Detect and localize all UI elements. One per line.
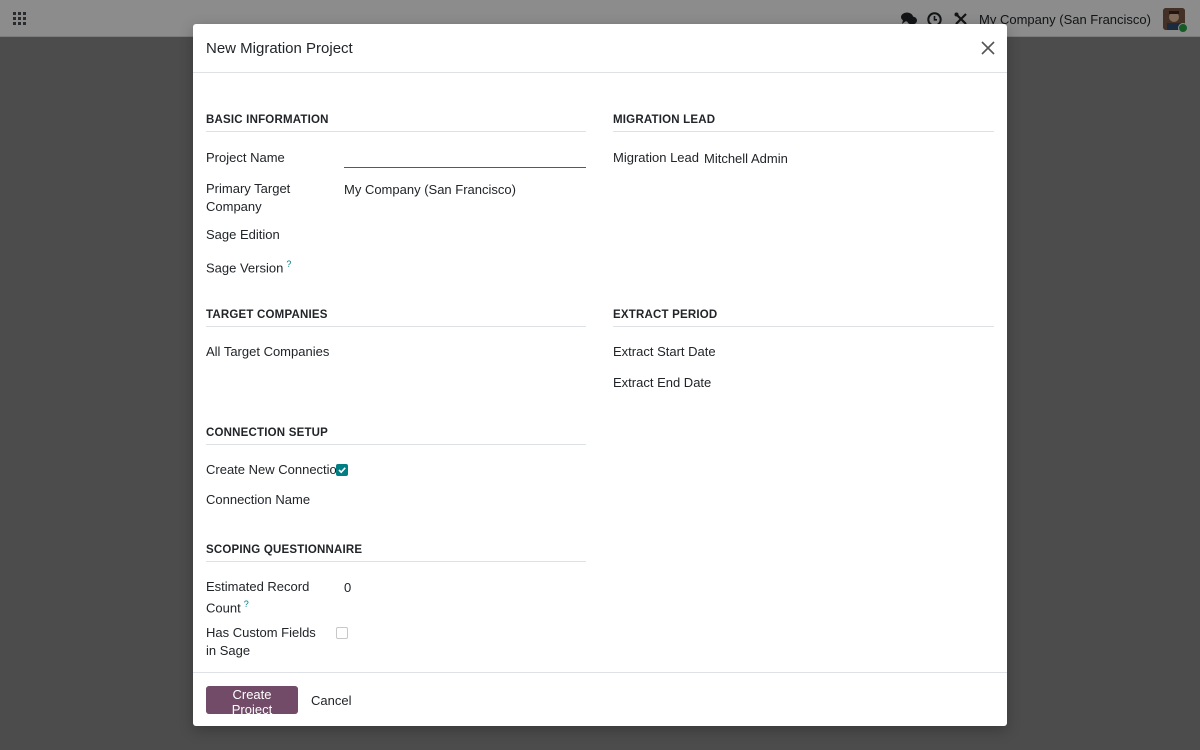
checkmark-icon [338, 467, 346, 474]
help-tooltip-icon[interactable]: ? [286, 259, 291, 269]
create-new-connection-checkbox[interactable] [336, 464, 348, 476]
connection-name-label: Connection Name [206, 492, 311, 507]
dialog-header: New Migration Project [193, 24, 1007, 73]
section-title-scoping-questionnaire: SCOPING QUESTIONNAIRE [206, 544, 586, 562]
close-icon[interactable] [980, 40, 996, 56]
new-migration-project-dialog: New Migration Project BASIC INFORMATION … [193, 24, 1007, 726]
section-title-extract-period: EXTRACT PERIOD [613, 309, 994, 327]
project-name-input[interactable] [344, 149, 586, 168]
sage-version-label-text: Sage Version [206, 260, 284, 276]
migration-lead-field[interactable]: Mitchell Admin [704, 151, 788, 166]
estimated-record-count-label: Estimated Record Count? [206, 578, 316, 616]
create-project-button[interactable]: Create Project [206, 686, 298, 717]
extract-end-date-label: Extract End Date [613, 375, 712, 390]
create-new-connection-label: Create New Connection [206, 462, 345, 477]
primary-target-company-field[interactable]: My Company (San Francisco) [344, 182, 516, 197]
section-title-migration-lead: MIGRATION LEAD [613, 114, 994, 132]
all-target-companies-label: All Target Companies [206, 344, 330, 359]
primary-target-company-label: Primary Target Company [206, 181, 291, 214]
section-title-connection-setup: CONNECTION SETUP [206, 427, 586, 445]
dialog-footer: Create Project Cancel [193, 672, 1007, 727]
migration-lead-label: Migration Lead [613, 150, 699, 165]
section-title-target-companies: TARGET COMPANIES [206, 309, 586, 327]
estimated-record-count-field[interactable]: 0 [344, 580, 351, 595]
estimated-record-count-label-text: Estimated Record Count [206, 579, 310, 615]
sage-edition-label: Sage Edition [206, 227, 280, 242]
project-name-label: Project Name [206, 150, 285, 165]
help-tooltip-icon[interactable]: ? [244, 599, 249, 609]
dialog-body: BASIC INFORMATION Project Name Primary T… [193, 73, 1007, 671]
section-title-basic-information: BASIC INFORMATION [206, 114, 586, 132]
has-custom-fields-checkbox[interactable] [336, 627, 348, 639]
has-custom-fields-label: Has Custom Fields in Sage [206, 625, 316, 658]
sage-version-label: Sage Version? [206, 256, 291, 277]
cancel-button[interactable]: Cancel [303, 686, 359, 714]
dialog-title: New Migration Project [206, 40, 353, 57]
extract-start-date-label: Extract Start Date [613, 344, 716, 359]
